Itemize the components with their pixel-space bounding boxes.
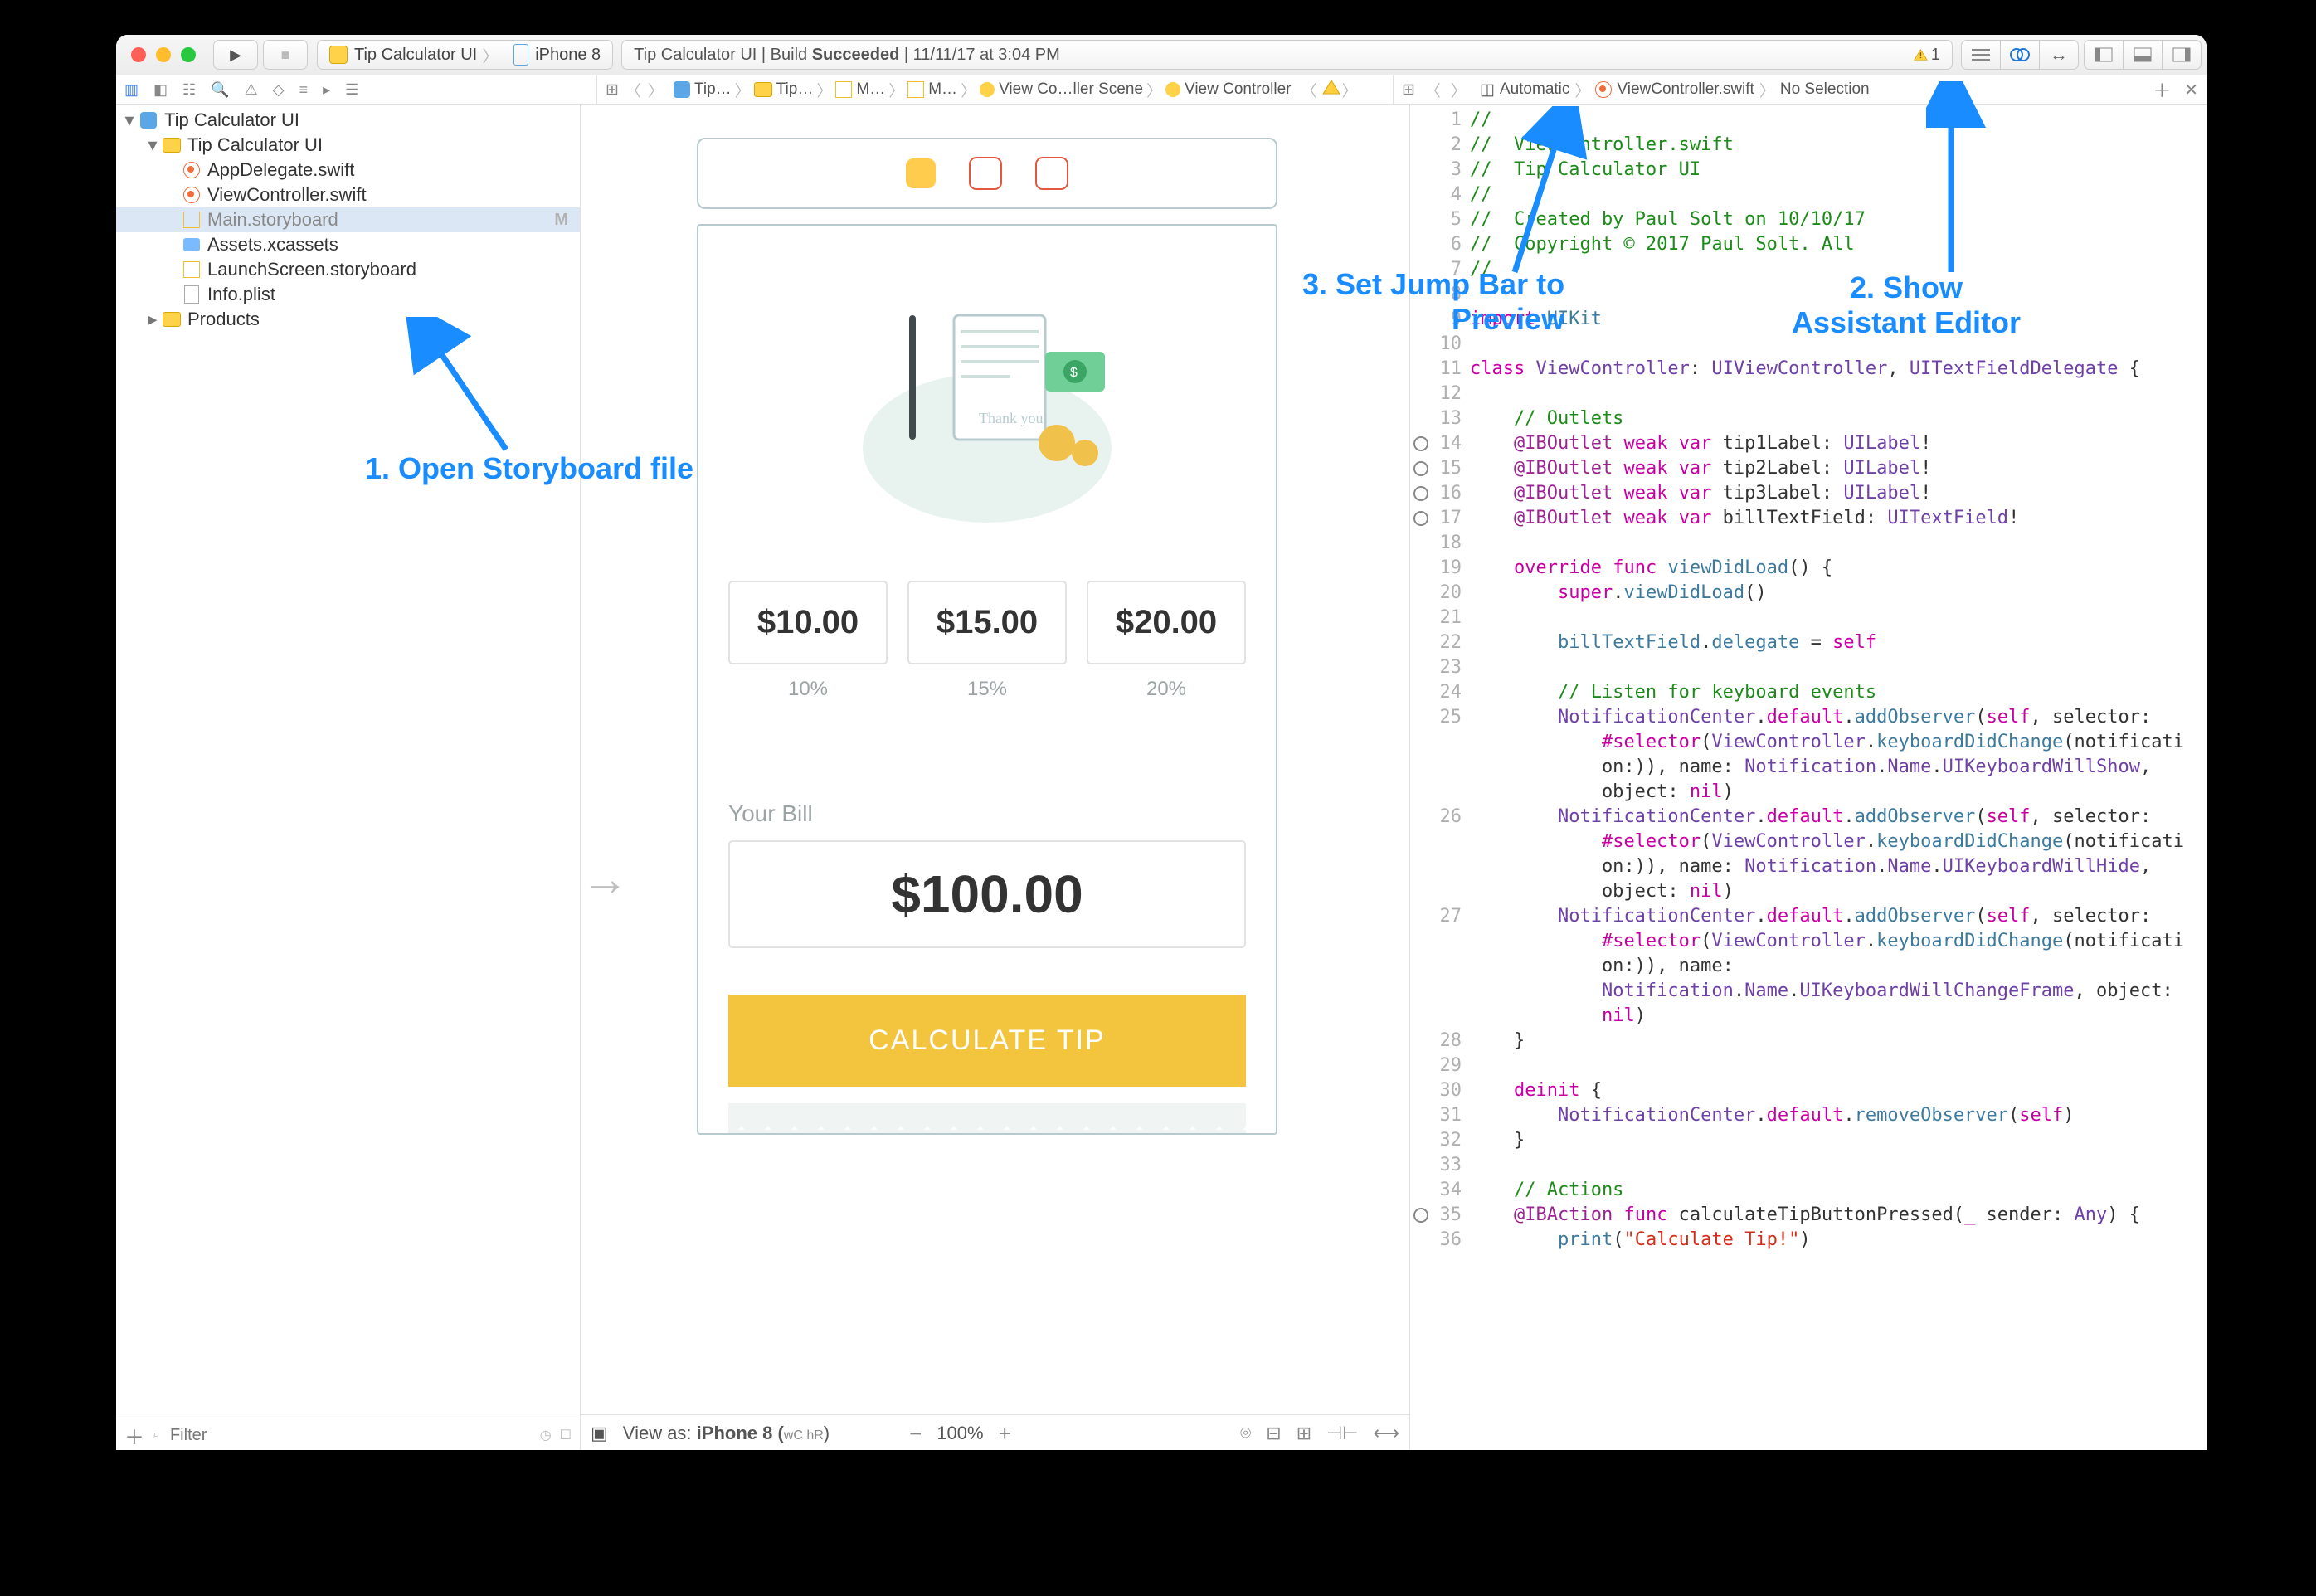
scheme-app-name: Tip Calculator UI bbox=[354, 46, 477, 65]
scheme-selector[interactable]: Tip Calculator UI 〉 iPhone 8 bbox=[317, 40, 613, 70]
scm-filter-button[interactable]: ☐ bbox=[560, 1427, 572, 1443]
panel-toggle-group bbox=[2084, 40, 2202, 70]
interface-builder-canvas[interactable]: → Thank you! bbox=[581, 105, 1410, 1450]
root-view[interactable]: Thank you! $ $10.00 $15.00 $20.00 bbox=[697, 224, 1277, 1135]
tip3-label[interactable]: $20.00 bbox=[1087, 581, 1246, 664]
standard-editor-button[interactable] bbox=[1962, 41, 2001, 69]
swift-icon bbox=[1595, 81, 1612, 98]
warning-icon[interactable]: 1 bbox=[1914, 45, 1940, 65]
project-navigator-icon[interactable]: ▥ bbox=[124, 81, 139, 99]
zoom-window-button[interactable] bbox=[181, 47, 196, 62]
tree-file[interactable]: Info.plist bbox=[116, 282, 580, 307]
minimize-window-button[interactable] bbox=[156, 47, 171, 62]
align-button[interactable]: ⊟ bbox=[1266, 1423, 1281, 1444]
debug-navigator-icon[interactable]: ≡ bbox=[299, 81, 309, 99]
storyboard-icon bbox=[835, 81, 852, 98]
stop-button[interactable]: ■ bbox=[263, 40, 308, 70]
toggle-inspector-button[interactable] bbox=[2163, 41, 2201, 69]
scene-icon bbox=[980, 82, 995, 97]
editor-mode-group: ↔ bbox=[1961, 40, 2079, 70]
tip1-label[interactable]: $10.00 bbox=[728, 581, 888, 664]
initial-vc-arrow-icon: → bbox=[581, 851, 629, 907]
scene-dock[interactable] bbox=[697, 138, 1277, 209]
warning-icon[interactable] bbox=[1322, 80, 1340, 100]
tree-group-products[interactable]: ▸Products bbox=[116, 307, 580, 332]
view-as-control[interactable]: View as: iPhone 8 (wC hR) bbox=[623, 1423, 830, 1444]
svg-text:$: $ bbox=[1070, 366, 1078, 380]
filter-icon: ⌕ bbox=[153, 1428, 160, 1443]
device-icon bbox=[513, 44, 528, 66]
issue-navigator-icon[interactable]: ⚠ bbox=[245, 81, 258, 99]
tree-project-root[interactable]: ▾Tip Calculator UI bbox=[116, 108, 580, 133]
run-button[interactable]: ▶ bbox=[213, 40, 258, 70]
jump-bar-assistant[interactable]: ⊞ 〈 〉 ◫ Automatic 〉 ViewController.swift… bbox=[1394, 75, 2207, 104]
find-navigator-icon[interactable]: 🔍 bbox=[211, 81, 229, 99]
symbol-navigator-icon[interactable]: ☷ bbox=[182, 81, 196, 99]
canvas-bottom-bar: ▣ View as: iPhone 8 (wC hR) − 100% + ⌾ ⊟… bbox=[581, 1414, 1409, 1450]
bill-text-field[interactable]: $100.00 bbox=[728, 840, 1246, 948]
project-icon bbox=[329, 46, 348, 64]
folder-icon bbox=[754, 82, 772, 97]
your-bill-label: Your Bill bbox=[728, 800, 1246, 827]
storyboard-scene[interactable]: Thank you! $ $10.00 $15.00 $20.00 bbox=[697, 138, 1277, 1135]
view-controller-chip-icon[interactable] bbox=[906, 158, 936, 188]
version-editor-button[interactable]: ↔ bbox=[2040, 41, 2078, 69]
navigator-selector: ▥ ◧ ☷ 🔍 ⚠ ◇ ≡ ▸ ☰ bbox=[116, 75, 597, 104]
assistant-selection[interactable]: No Selection bbox=[1780, 80, 1870, 99]
breakpoint-navigator-icon[interactable]: ▸ bbox=[323, 81, 330, 99]
recent-filter-button[interactable]: ◷ bbox=[540, 1427, 552, 1443]
filter-input[interactable] bbox=[168, 1425, 532, 1446]
exit-chip-icon[interactable] bbox=[1035, 157, 1068, 190]
illustration-image: Thank you! $ bbox=[728, 265, 1246, 547]
counterpart-icon: ◫ bbox=[1480, 80, 1495, 100]
jump-bar-main[interactable]: ⊞ 〈 〉 Tip…〉 Tip…〉 M…〉 M…〉 View Co…ller S… bbox=[597, 75, 1394, 104]
project-icon bbox=[674, 81, 690, 98]
activity-status-bar[interactable]: Tip Calculator UI | Build Succeeded | 11… bbox=[621, 40, 1953, 70]
source-control-navigator-icon[interactable]: ◧ bbox=[153, 81, 168, 99]
zoom-level[interactable]: 100% bbox=[937, 1423, 983, 1444]
calculate-tip-button[interactable]: CALCULATE TIP bbox=[728, 995, 1246, 1087]
tip2-pct-label: 15% bbox=[907, 678, 1067, 701]
assistant-mode[interactable]: Automatic bbox=[1500, 80, 1569, 99]
window-titlebar: ▶ ■ Tip Calculator UI 〉 iPhone 8 Tip Cal… bbox=[116, 35, 2207, 75]
project-navigator: ▾Tip Calculator UI ▾Tip Calculator UI Ap… bbox=[116, 105, 581, 1450]
close-window-button[interactable] bbox=[131, 47, 146, 62]
receipt-edge-icon bbox=[728, 1103, 1246, 1133]
svg-text:Thank you!: Thank you! bbox=[979, 410, 1048, 426]
tree-file[interactable]: AppDelegate.swift bbox=[116, 158, 580, 182]
resolve-button[interactable]: ⊣⊢ bbox=[1326, 1423, 1358, 1444]
first-responder-chip-icon[interactable] bbox=[969, 157, 1002, 190]
toggle-navigator-button[interactable] bbox=[2085, 41, 2124, 69]
tree-file[interactable]: LaunchScreen.storyboard bbox=[116, 257, 580, 282]
tree-file[interactable]: ViewController.swift bbox=[116, 182, 580, 207]
test-navigator-icon[interactable]: ◇ bbox=[273, 81, 285, 99]
report-navigator-icon[interactable]: ☰ bbox=[345, 81, 358, 99]
assistant-editor-button[interactable] bbox=[2001, 41, 2040, 69]
close-assistant-button[interactable]: ✕ bbox=[2184, 80, 2198, 100]
scheme-device-name: iPhone 8 bbox=[535, 46, 601, 65]
embed-button[interactable]: ⌾ bbox=[1240, 1423, 1251, 1444]
tree-group[interactable]: ▾Tip Calculator UI bbox=[116, 133, 580, 158]
tip1-pct-label: 10% bbox=[728, 678, 888, 701]
pin-button[interactable]: ⊞ bbox=[1297, 1423, 1311, 1444]
modified-badge: M bbox=[554, 211, 568, 230]
view-controller-icon bbox=[1165, 82, 1180, 97]
assistant-file[interactable]: ViewController.swift bbox=[1617, 80, 1754, 99]
tree-file[interactable]: Assets.xcassets bbox=[116, 232, 580, 257]
storyboard-icon bbox=[907, 81, 924, 98]
toggle-debug-button[interactable] bbox=[2124, 41, 2163, 69]
assistant-code-editor[interactable]: 12345678910111213 14 15 16 1718192021222… bbox=[1410, 105, 2207, 1450]
tip3-pct-label: 20% bbox=[1087, 678, 1246, 701]
document-outline-toggle[interactable]: ▣ bbox=[591, 1423, 608, 1444]
tree-file-selected[interactable]: Main.storyboardM bbox=[116, 207, 580, 232]
zoom-in-button[interactable]: + bbox=[999, 1421, 1011, 1447]
resize-button[interactable]: ⟷ bbox=[1373, 1423, 1399, 1444]
add-assistant-button[interactable]: ＋ bbox=[2153, 76, 2171, 103]
add-file-button[interactable]: ＋ bbox=[124, 1421, 144, 1450]
tip2-label[interactable]: $15.00 bbox=[907, 581, 1067, 664]
zoom-out-button[interactable]: − bbox=[909, 1421, 922, 1447]
